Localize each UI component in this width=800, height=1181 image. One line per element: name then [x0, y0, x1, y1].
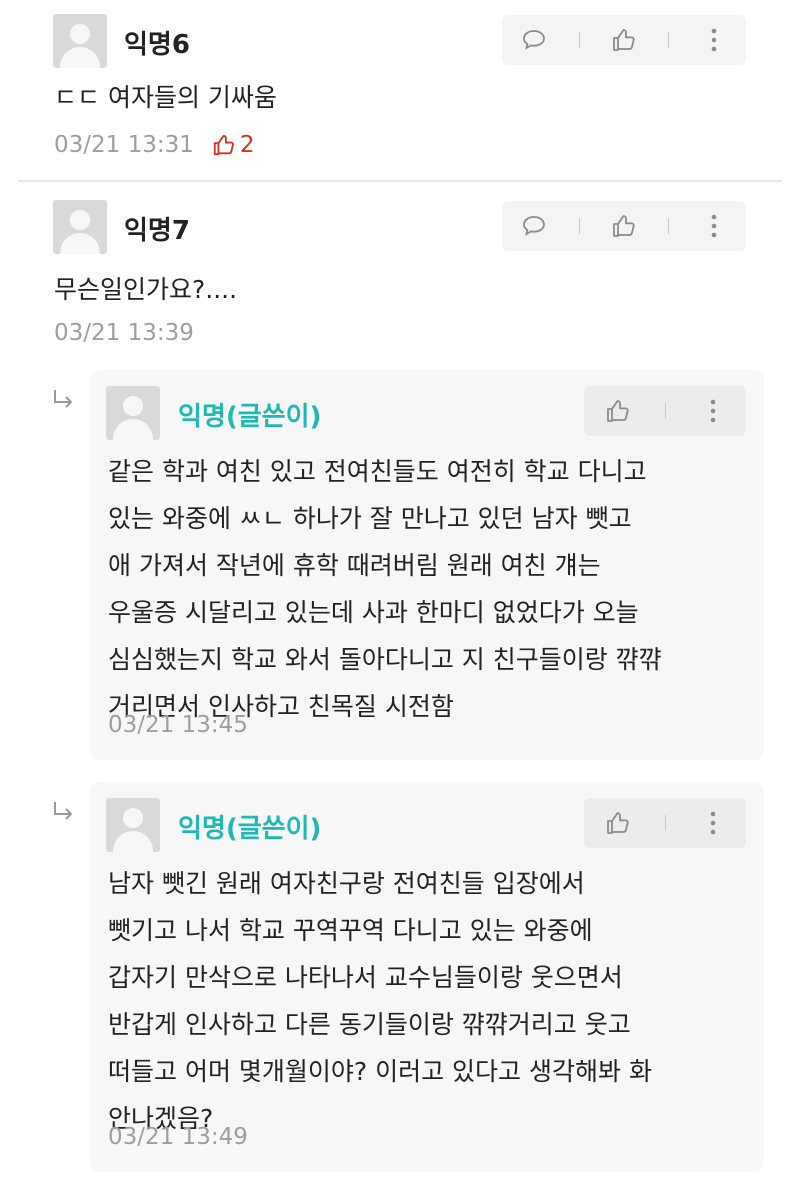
reply-line: 떠들고 어머 몇개월이야? 이러고 있다고 생각해봐 화: [108, 1057, 652, 1086]
like-count-value: 2: [239, 132, 255, 158]
reply-time: 03/21 13:45: [108, 712, 248, 738]
reply-actions: [584, 386, 746, 436]
comment-meta: 03/21 13:31 2: [54, 132, 255, 158]
comment-actions: [502, 201, 746, 251]
reply-author: 익명(글쓴이): [178, 402, 322, 432]
thumbs-up-icon[interactable]: [604, 20, 644, 60]
comment-author: 익명7: [124, 216, 190, 246]
comment-text: ㄷㄷ 여자들의 기싸움: [54, 83, 277, 112]
avatar: [106, 798, 160, 852]
reply-meta: 03/21 13:45: [108, 712, 248, 738]
reply-line: 뺏기고 나서 학교 꾸역꾸역 다니고 있는 와중에: [108, 916, 593, 945]
divider: [668, 32, 670, 48]
divider: [664, 403, 666, 419]
reply-line: 남자 뺏긴 원래 여자친구랑 전여친들 입장에서: [108, 869, 585, 898]
comment-text: 무슨일인가요?....: [54, 275, 238, 304]
thumbs-up-icon: [213, 134, 234, 156]
reply-line: 심심했는지 학교 와서 돌아다니고 지 친구들이랑 꺆꺆: [108, 645, 662, 674]
more-vertical-icon[interactable]: [693, 391, 733, 431]
comment-icon[interactable]: [514, 20, 554, 60]
avatar: [53, 200, 107, 254]
reply-arrow-icon: [54, 390, 73, 408]
reply-time: 03/21 13:49: [108, 1124, 248, 1150]
avatar: [53, 14, 107, 68]
reply-actions: [584, 798, 746, 848]
reply-text: 같은 학과 여친 있고 전여친들도 여전히 학교 다니고 있는 와중에 ㅆㄴ 하…: [108, 448, 662, 730]
divider: [664, 815, 666, 831]
divider: [18, 180, 782, 182]
reply-line: 우울증 시달리고 있는데 사과 한마디 없었다가 오늘: [108, 598, 639, 627]
reply-item: 익명(글쓴이) 남자 뺏긴 원래 여자친구랑 전여친들 입장에서 뺏기고 나서 …: [90, 782, 764, 1172]
comment-time: 03/21 13:39: [54, 320, 194, 346]
reply-line: 반갑게 인사하고 다른 동기들이랑 꺆꺆거리고 웃고: [108, 1010, 631, 1039]
more-vertical-icon[interactable]: [693, 803, 733, 843]
thumbs-up-icon[interactable]: [598, 391, 638, 431]
more-vertical-icon[interactable]: [694, 20, 734, 60]
comment-author: 익명6: [124, 30, 190, 60]
like-count[interactable]: 2: [212, 132, 255, 158]
comment-actions: [502, 15, 746, 65]
divider: [668, 218, 670, 234]
comment-time: 03/21 13:31: [54, 132, 194, 158]
thumbs-up-icon[interactable]: [604, 206, 644, 246]
reply-line: 같은 학과 여친 있고 전여친들도 여전히 학교 다니고: [108, 457, 647, 486]
avatar: [106, 386, 160, 440]
reply-author: 익명(글쓴이): [178, 814, 322, 844]
comment-meta: 03/21 13:39: [54, 320, 194, 346]
reply-line: 있는 와중에 ㅆㄴ 하나가 잘 만나고 있던 남자 뺏고: [108, 504, 632, 533]
divider: [578, 32, 580, 48]
reply-line: 갑자기 만삭으로 나타나서 교수님들이랑 웃으면서: [108, 963, 623, 992]
thumbs-up-icon[interactable]: [598, 803, 638, 843]
reply-item: 익명(글쓴이) 같은 학과 여친 있고 전여친들도 여전히 학교 다니고 있는 …: [90, 370, 764, 760]
reply-arrow-icon: [54, 802, 73, 820]
reply-meta: 03/21 13:49: [108, 1124, 248, 1150]
reply-text: 남자 뺏긴 원래 여자친구랑 전여친들 입장에서 뺏기고 나서 학교 꾸역꾸역 …: [108, 860, 652, 1142]
more-vertical-icon[interactable]: [694, 206, 734, 246]
divider: [578, 218, 580, 234]
reply-line: 애 가져서 작년에 휴학 때려버림 원래 여친 걔는: [108, 551, 601, 580]
comment-icon[interactable]: [514, 206, 554, 246]
